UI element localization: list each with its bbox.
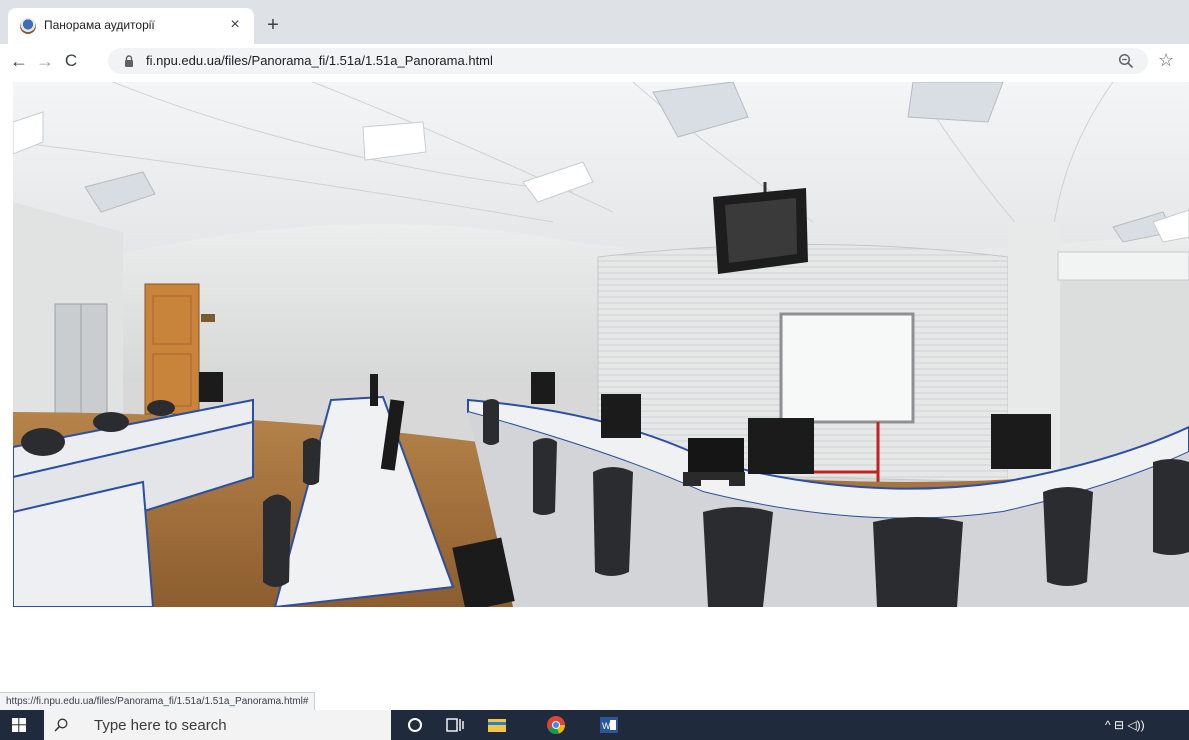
- svg-text:W: W: [602, 721, 611, 731]
- task-view-icon[interactable]: [444, 715, 466, 735]
- search-icon: [54, 718, 68, 732]
- chrome-icon[interactable]: [545, 715, 567, 735]
- url-text: fi.npu.edu.ua/files/Panorama_fi/1.51a/1.…: [146, 53, 493, 68]
- back-button[interactable]: ←: [8, 50, 30, 72]
- tab-title: Панорама аудиторії: [44, 18, 155, 32]
- lock-icon: [125, 55, 133, 67]
- favicon-icon: [20, 18, 36, 34]
- tab-strip: Панорама аудиторії × +: [0, 0, 1189, 44]
- address-bar[interactable]: fi.npu.edu.ua/files/Panorama_fi/1.51a/1.…: [108, 48, 1148, 74]
- search-placeholder: Type here to search: [94, 717, 227, 734]
- windows-start-icon[interactable]: [12, 718, 26, 732]
- reload-button[interactable]: C: [60, 50, 82, 72]
- file-explorer-icon[interactable]: [486, 715, 508, 735]
- system-tray[interactable]: ^ ⊟ ◁)): [1105, 718, 1145, 732]
- status-url-bar: https://fi.npu.edu.ua/files/Panorama_fi/…: [0, 692, 316, 711]
- forward-button[interactable]: →: [34, 50, 56, 72]
- bookmark-star-icon[interactable]: ☆: [1158, 50, 1174, 71]
- close-tab-icon[interactable]: ×: [226, 16, 244, 34]
- zoom-icon[interactable]: [1118, 53, 1134, 69]
- taskbar-search-box[interactable]: Type here to search: [44, 710, 391, 740]
- cortana-icon[interactable]: [404, 715, 426, 735]
- browser-tab[interactable]: Панорама аудиторії ×: [8, 8, 254, 44]
- new-tab-button[interactable]: +: [262, 14, 284, 36]
- browser-toolbar: ← → C fi.npu.edu.ua/files/Panorama_fi/1.…: [0, 44, 1189, 78]
- windows-taskbar: Type here to search W ^ ⊟ ◁)): [0, 710, 1189, 740]
- word-icon[interactable]: W: [598, 715, 620, 735]
- panorama-viewer[interactable]: << X >>: [13, 82, 1189, 607]
- panorama-image: [13, 82, 1189, 607]
